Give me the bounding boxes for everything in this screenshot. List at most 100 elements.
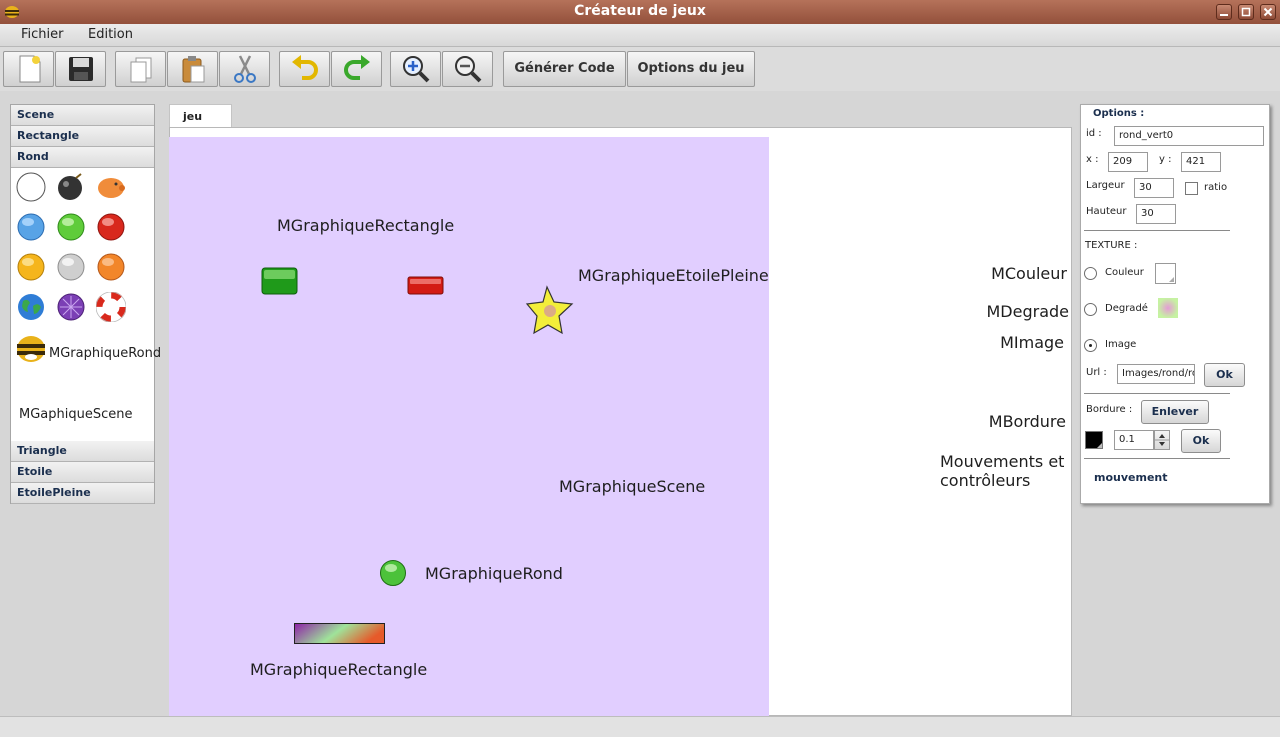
- globe-icon[interactable]: [16, 292, 46, 322]
- remove-border-button[interactable]: Enlever: [1141, 400, 1209, 424]
- gradient-rectangle-shape[interactable]: [294, 623, 385, 644]
- border-width-input[interactable]: 0.1: [1114, 430, 1154, 450]
- annotation-couleur: MCouleur: [991, 264, 1067, 283]
- green-rectangle-shape[interactable]: [261, 267, 298, 295]
- category-etoile[interactable]: Etoile: [11, 462, 154, 483]
- close-icon: [1263, 7, 1273, 17]
- degrade-label: Degradé: [1105, 303, 1148, 314]
- label-rect-top: MGraphiqueRectangle: [277, 216, 455, 235]
- annotation-bordure: MBordure: [988, 412, 1066, 431]
- movement-label[interactable]: mouvement: [1094, 471, 1168, 484]
- gradient-swatch-button[interactable]: [1158, 298, 1178, 318]
- menu-edit[interactable]: Edition: [88, 27, 133, 42]
- y-label: y :: [1159, 154, 1172, 165]
- x-label: x :: [1086, 154, 1099, 165]
- id-label: id :: [1086, 128, 1102, 139]
- lifebuoy-icon[interactable]: [96, 292, 126, 322]
- palette-label-scene: MGaphiqueScene: [19, 407, 133, 422]
- toolbar: Générer Code Options du jeu: [0, 47, 1280, 91]
- silver-circle-icon[interactable]: [56, 252, 86, 282]
- undo-icon: [291, 55, 318, 80]
- minimize-icon: [1220, 14, 1228, 16]
- cut-button[interactable]: [219, 51, 270, 87]
- game-scene[interactable]: [169, 137, 769, 716]
- id-input[interactable]: rond_vert0: [1114, 126, 1264, 146]
- paste-icon: [182, 56, 204, 83]
- star-shape[interactable]: [525, 285, 575, 335]
- minimize-button[interactable]: [1216, 4, 1232, 20]
- border-label: Bordure :: [1086, 404, 1133, 415]
- save-icon: [68, 57, 93, 81]
- category-rectangle[interactable]: Rectangle: [11, 126, 154, 147]
- menu-file[interactable]: Fichier: [21, 27, 64, 42]
- maximize-button[interactable]: [1238, 4, 1254, 20]
- zoom-out-button[interactable]: [442, 51, 493, 87]
- red-rectangle-shape[interactable]: [407, 276, 444, 295]
- category-scene[interactable]: Scene: [11, 105, 154, 126]
- height-label: Hauteur: [1086, 206, 1127, 217]
- annotation-mouvements-line1: Mouvements et: [940, 452, 1065, 471]
- generate-code-button[interactable]: Générer Code: [503, 51, 626, 87]
- radio-degrade[interactable]: [1084, 303, 1097, 316]
- annotation-degrade: MDegrade: [986, 302, 1069, 321]
- close-button[interactable]: [1260, 4, 1276, 20]
- paste-button[interactable]: [167, 51, 218, 87]
- zoom-out-icon: [454, 56, 481, 83]
- green-circle-shape[interactable]: [379, 559, 407, 587]
- redo-button[interactable]: [331, 51, 382, 87]
- ratio-checkbox[interactable]: [1185, 182, 1198, 195]
- category-rond[interactable]: Rond: [11, 147, 154, 168]
- width-input[interactable]: 30: [1134, 178, 1174, 198]
- maximize-icon: [1241, 7, 1251, 17]
- url-ok-button[interactable]: Ok: [1204, 363, 1245, 387]
- separator: [1084, 458, 1230, 459]
- options-title: Options :: [1093, 108, 1145, 119]
- annotation-mouvements-line2: contrôleurs: [940, 471, 1031, 490]
- copy-icon: [130, 57, 151, 83]
- width-label: Largeur: [1086, 180, 1125, 191]
- green-circle-icon[interactable]: [56, 212, 86, 242]
- border-color-swatch[interactable]: [1085, 431, 1103, 449]
- purple-orb-icon[interactable]: [56, 292, 86, 322]
- game-options-button[interactable]: Options du jeu: [627, 51, 755, 87]
- x-input[interactable]: 209: [1108, 152, 1148, 172]
- orange-circle-icon[interactable]: [96, 252, 126, 282]
- height-input[interactable]: 30: [1136, 204, 1176, 224]
- label-star: MGraphiqueEtoilePleine: [578, 266, 769, 285]
- zoom-in-icon: [402, 56, 429, 83]
- border-width-spinner[interactable]: [1154, 430, 1170, 450]
- options-panel: Options : id : rond_vert0 x : 209 y : 42…: [1080, 104, 1270, 504]
- status-bar: [0, 716, 1280, 737]
- white-circle-icon[interactable]: [16, 172, 46, 202]
- color-swatch-button[interactable]: [1155, 263, 1176, 284]
- radio-couleur[interactable]: [1084, 267, 1097, 280]
- url-input[interactable]: Images/rond/rond_vert.png: [1117, 364, 1195, 384]
- label-rect-bottom: MGraphiqueRectangle: [250, 660, 428, 679]
- border-ok-button[interactable]: Ok: [1181, 429, 1221, 453]
- shape-palette: Scene Rectangle Rond MGraphiqueRond MGap…: [10, 104, 161, 504]
- bee-icon[interactable]: [16, 334, 46, 364]
- save-button[interactable]: [55, 51, 106, 87]
- separator: [1084, 230, 1230, 231]
- label-round: MGraphiqueRond: [425, 564, 563, 583]
- separator: [1084, 393, 1230, 394]
- zoom-in-button[interactable]: [390, 51, 441, 87]
- new-button[interactable]: [3, 51, 54, 87]
- red-circle-icon[interactable]: [96, 212, 126, 242]
- piggy-bank-icon[interactable]: [96, 172, 126, 202]
- y-input[interactable]: 421: [1181, 152, 1221, 172]
- label-scene: MGraphiqueScene: [559, 477, 706, 496]
- blue-circle-icon[interactable]: [16, 212, 46, 242]
- radio-image[interactable]: [1084, 339, 1097, 352]
- category-triangle[interactable]: Triangle: [11, 441, 154, 462]
- palette-label-round: MGraphiqueRond: [49, 346, 162, 361]
- image-label: Image: [1105, 339, 1137, 350]
- undo-button[interactable]: [279, 51, 330, 87]
- ratio-label: ratio: [1204, 182, 1228, 193]
- tab-jeu[interactable]: jeu: [169, 104, 232, 128]
- yellow-circle-icon[interactable]: [16, 252, 46, 282]
- category-etoile-pleine[interactable]: EtoilePleine: [11, 483, 154, 504]
- copy-button[interactable]: [115, 51, 166, 87]
- corner-arrow-icon: [1097, 443, 1102, 448]
- bomb-icon[interactable]: [56, 172, 86, 202]
